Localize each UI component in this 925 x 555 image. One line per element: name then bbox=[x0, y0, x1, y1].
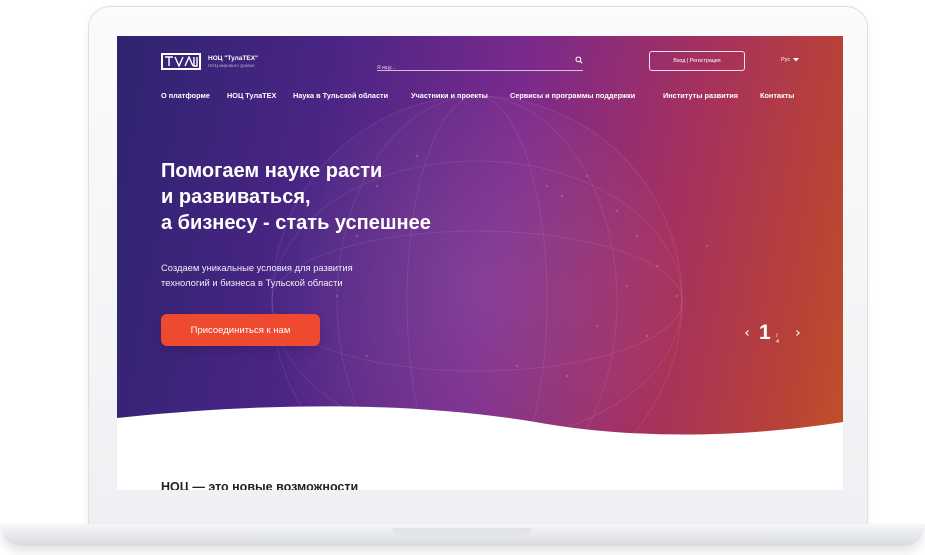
join-button[interactable]: Присоединиться к нам bbox=[161, 314, 320, 346]
headline-line: Помогаем науке расти bbox=[161, 160, 383, 182]
logo-title: НОЦ "ТулаТЕХ" bbox=[208, 54, 259, 62]
hero-subtext: Создаем уникальные условия для развития … bbox=[161, 260, 353, 290]
search-bar bbox=[377, 56, 583, 71]
nav-item-participants[interactable]: Участники и проекты bbox=[411, 91, 488, 100]
screen: НОЦ "ТулаТЕХ" НОЦ мирового уровня Вход |… bbox=[117, 36, 843, 490]
laptop-notch bbox=[392, 528, 532, 535]
section-title: НОЦ — это новые возможности bbox=[161, 480, 359, 490]
logo[interactable]: НОЦ "ТулаТЕХ" НОЦ мирового уровня bbox=[161, 53, 258, 70]
login-register-button[interactable]: Вход | Регистрация bbox=[649, 51, 745, 71]
hero-wave-divider bbox=[117, 406, 843, 446]
nav-item-about[interactable]: О платформе bbox=[161, 91, 210, 100]
chevron-down-icon bbox=[793, 58, 800, 62]
logo-subtitle: НОЦ мирового уровня bbox=[208, 62, 255, 68]
subtext-line: Создаем уникальные условия для развития bbox=[161, 262, 353, 273]
slide-total: / 4 bbox=[776, 333, 780, 345]
chevron-right-icon[interactable] bbox=[796, 330, 800, 336]
subtext-line: технологий и бизнеса в Тульской области bbox=[161, 277, 343, 288]
language-label: Рус bbox=[781, 57, 791, 63]
nav-item-noc[interactable]: НОЦ ТулаТЕХ bbox=[227, 91, 276, 100]
search-input[interactable] bbox=[377, 65, 557, 71]
nav-item-services[interactable]: Сервисы и программы поддержки bbox=[510, 91, 635, 100]
slide-current: 1 bbox=[759, 321, 771, 344]
hero-section: НОЦ "ТулаТЕХ" НОЦ мирового уровня Вход |… bbox=[117, 36, 843, 446]
nav-item-institutes[interactable]: Институты развития bbox=[663, 91, 738, 100]
headline-line: а бизнесу - стать успешнее bbox=[161, 212, 431, 234]
headline-line: и развиваться, bbox=[161, 186, 311, 208]
chevron-left-icon[interactable] bbox=[745, 330, 749, 336]
language-selector[interactable]: Рус bbox=[781, 57, 800, 63]
nav-item-contacts[interactable]: Контакты bbox=[760, 91, 794, 100]
logo-mark-icon bbox=[161, 53, 201, 70]
nav-item-science[interactable]: Наука в Тульской области bbox=[293, 91, 388, 100]
hero-headline: Помогаем науке расти и развиваться, а би… bbox=[161, 158, 431, 236]
search-icon[interactable] bbox=[575, 56, 583, 64]
